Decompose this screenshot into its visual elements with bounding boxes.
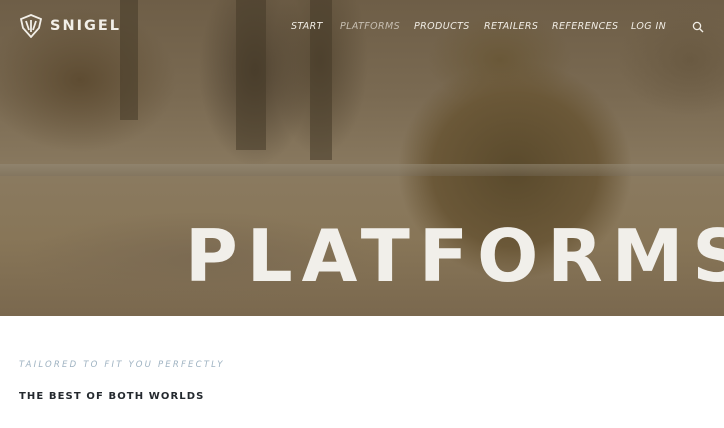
section-tagline: TAILORED TO FIT YOU PERFECTLY [19, 360, 225, 370]
brand-logo[interactable]: SNIGEL [19, 14, 121, 38]
search-icon[interactable] [692, 21, 704, 33]
nav-item-platforms[interactable]: PLATFORMS [340, 21, 400, 32]
hero-banner: SNIGEL START PLATFORMS PRODUCTS RETAILER… [0, 0, 724, 316]
snigel-shield-icon [19, 14, 43, 38]
section-heading: THE BEST OF BOTH WORLDS [19, 391, 205, 402]
brand-name: SNIGEL [50, 18, 122, 34]
nav-item-start[interactable]: START [291, 21, 323, 32]
hero-background-road [0, 164, 724, 176]
nav-item-retailers[interactable]: RETAILERS [484, 21, 538, 32]
page-title: PLATFORMS [185, 214, 724, 298]
nav-item-log-in[interactable]: LOG IN [631, 21, 666, 32]
nav-item-products[interactable]: PRODUCTS [414, 21, 470, 32]
top-navigation: SNIGEL START PLATFORMS PRODUCTS RETAILER… [0, 0, 724, 54]
nav-item-references[interactable]: REFERENCES [552, 21, 618, 32]
